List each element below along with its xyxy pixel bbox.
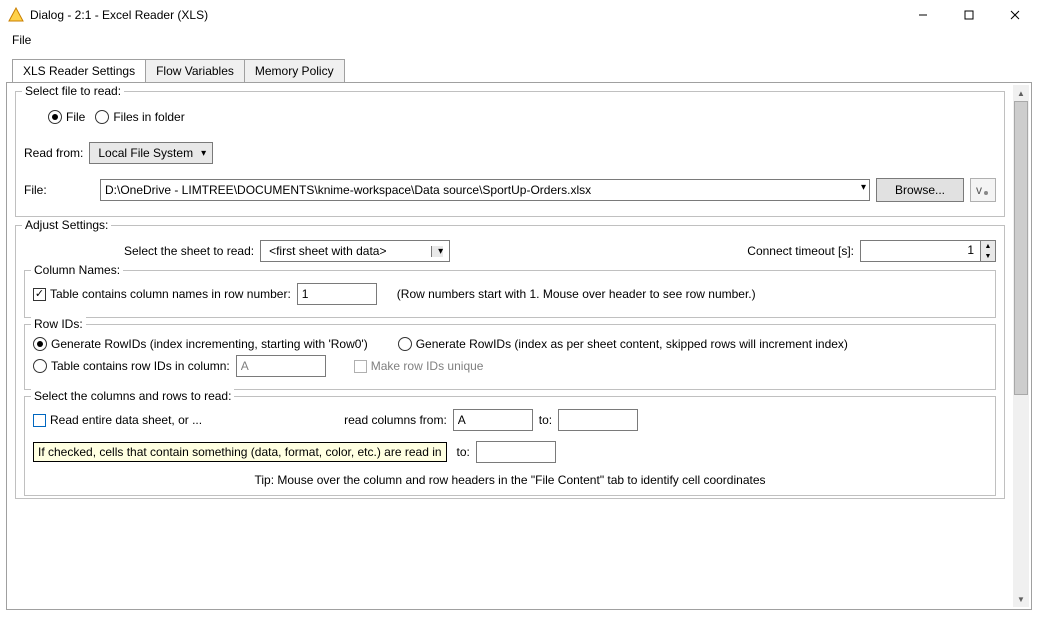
make-rowids-unique-label: Make row IDs unique <box>371 359 484 373</box>
read-entire-label: Read entire data sheet, or ... <box>50 413 202 427</box>
group-title-adjust: Adjust Settings: <box>22 218 111 232</box>
rowids-column-input <box>236 355 326 377</box>
read-from-value: Local File System <box>98 146 193 160</box>
tooltip-read-entire: If checked, cells that contain something… <box>33 442 447 462</box>
row-to-input[interactable] <box>476 441 556 463</box>
radio-icon <box>33 359 47 373</box>
radio-file-label: File <box>66 110 85 124</box>
flow-variable-button[interactable]: v <box>970 178 996 202</box>
radio-gen-rowids-inc[interactable]: Generate RowIDs (index incrementing, sta… <box>33 337 368 351</box>
cols-rows-tip: Tip: Mouse over the column and row heade… <box>33 473 987 487</box>
col-to-input[interactable] <box>558 409 638 431</box>
radio-icon <box>48 110 62 124</box>
col-names-row-input[interactable] <box>297 283 377 305</box>
chevron-down-icon: ▾ <box>201 148 206 159</box>
checkbox-icon <box>354 360 367 373</box>
group-row-ids: Row IDs: Generate RowIDs (index incremen… <box>24 324 996 390</box>
group-select-file: Select file to read: File Files in folde… <box>15 91 1005 217</box>
titlebar: Dialog - 2:1 - Excel Reader (XLS) <box>0 0 1038 30</box>
group-title-row-ids: Row IDs: <box>31 317 86 331</box>
timeout-value: 1 <box>860 240 980 262</box>
to-label-2: to: <box>457 445 470 459</box>
checkbox-make-rowids-unique: Make row IDs unique <box>354 359 484 373</box>
dialog-window: Dialog - 2:1 - Excel Reader (XLS) File X… <box>0 0 1038 633</box>
to-label-1: to: <box>539 413 552 427</box>
sheet-combo[interactable]: <first sheet with data> ▾ <box>260 240 450 262</box>
chevron-down-icon[interactable]: ▾ <box>861 182 866 193</box>
radio-gen-rowids-sheet[interactable]: Generate RowIDs (index as per sheet cont… <box>398 337 848 351</box>
chevron-down-icon: ▾ <box>431 246 443 257</box>
col-names-hint: (Row numbers start with 1. Mouse over he… <box>397 287 756 301</box>
scroll-up-icon[interactable]: ▲ <box>1013 85 1029 101</box>
spinner-up-icon[interactable]: ▲ <box>981 241 995 251</box>
group-adjust-settings: Adjust Settings: Select the sheet to rea… <box>15 225 1005 499</box>
radio-rowids-in-column-label: Table contains row IDs in column: <box>51 359 230 373</box>
radio-gen-rowids-inc-label: Generate RowIDs (index incrementing, sta… <box>51 337 368 351</box>
checkbox-read-entire-sheet[interactable]: Read entire data sheet, or ... <box>33 413 202 427</box>
file-label: File: <box>24 183 94 197</box>
group-title-cols-rows: Select the columns and rows to read: <box>31 389 234 403</box>
scroll-down-icon[interactable]: ▼ <box>1013 591 1029 607</box>
vertical-scrollbar[interactable]: ▲ ▼ <box>1013 85 1029 607</box>
group-title-select-file: Select file to read: <box>22 84 124 98</box>
tab-memory-policy[interactable]: Memory Policy <box>245 59 345 83</box>
radio-file[interactable]: File <box>48 110 85 124</box>
radio-files-in-folder[interactable]: Files in folder <box>95 110 184 124</box>
group-column-names: Column Names: Table contains column name… <box>24 270 996 318</box>
group-title-column-names: Column Names: <box>31 263 123 277</box>
radio-gen-rowids-sheet-label: Generate RowIDs (index as per sheet cont… <box>416 337 848 351</box>
read-from-combo[interactable]: Local File System ▾ <box>89 142 213 164</box>
tab-strip: XLS Reader Settings Flow Variables Memor… <box>12 58 1032 82</box>
spinner-down-icon[interactable]: ▼ <box>981 251 995 261</box>
group-cols-rows: Select the columns and rows to read: Rea… <box>24 396 996 496</box>
tab-flow-variables[interactable]: Flow Variables <box>146 59 245 83</box>
tab-panel: ▲ ▼ Select file to read: File Files in f… <box>6 82 1032 610</box>
col-names-check-label: Table contains column names in row numbe… <box>50 287 291 301</box>
radio-icon <box>33 337 47 351</box>
sheet-label: Select the sheet to read: <box>124 244 254 258</box>
minimize-button[interactable] <box>900 0 946 30</box>
menu-file[interactable]: File <box>6 31 37 49</box>
sheet-value: <first sheet with data> <box>269 244 386 258</box>
col-from-input[interactable] <box>453 409 533 431</box>
maximize-button[interactable] <box>946 0 992 30</box>
radio-files-in-folder-label: Files in folder <box>113 110 184 124</box>
checkbox-table-has-col-names[interactable]: Table contains column names in row numbe… <box>33 287 291 301</box>
checkbox-icon <box>33 414 46 427</box>
browse-button[interactable]: Browse... <box>876 178 964 202</box>
timeout-spinner[interactable]: 1 ▲▼ <box>860 240 996 262</box>
radio-icon <box>398 337 412 351</box>
svg-text:v: v <box>976 184 982 196</box>
scroll-thumb[interactable] <box>1014 101 1028 395</box>
timeout-label: Connect timeout [s]: <box>747 244 854 258</box>
read-from-label: Read from: <box>24 146 83 160</box>
checkbox-icon <box>33 288 46 301</box>
radio-icon <box>95 110 109 124</box>
file-path-input[interactable] <box>100 179 870 201</box>
menubar: File <box>0 30 1038 50</box>
window-title: Dialog - 2:1 - Excel Reader (XLS) <box>30 8 208 22</box>
tab-xls-reader-settings[interactable]: XLS Reader Settings <box>12 59 146 83</box>
app-icon <box>8 7 24 23</box>
radio-rowids-in-column[interactable]: Table contains row IDs in column: <box>33 359 230 373</box>
read-cols-from-label: read columns from: <box>344 413 447 427</box>
close-button[interactable] <box>992 0 1038 30</box>
